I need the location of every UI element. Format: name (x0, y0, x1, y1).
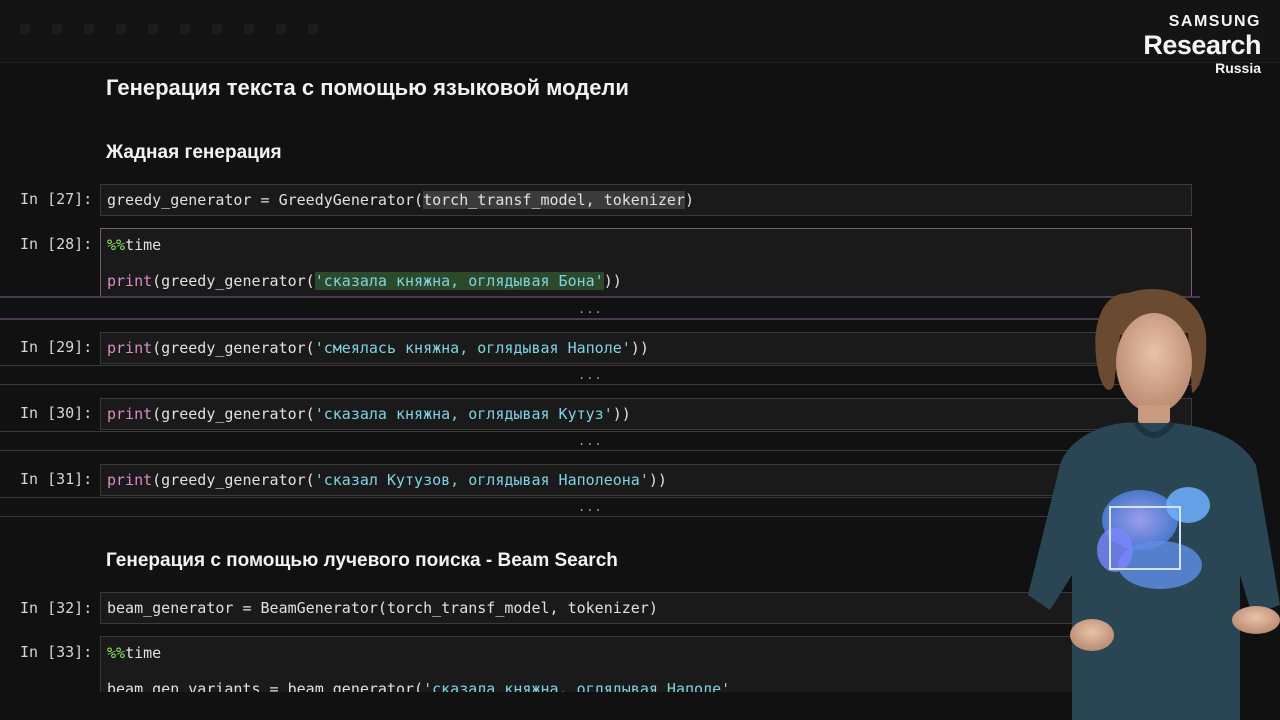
cell-prompt: In [30]: (20, 404, 93, 422)
code-line: print(greedy_generator('сказала княжна, … (107, 272, 622, 290)
presenter-video-overlay (1028, 289, 1280, 720)
move-up-icon[interactable] (180, 24, 190, 34)
samsung-research-logo: SAMSUNG Research Russia (1143, 13, 1261, 76)
run-icon[interactable] (244, 24, 254, 34)
notebook-toolbar (0, 0, 1280, 63)
cut-icon[interactable] (84, 24, 94, 34)
paste-icon[interactable] (148, 24, 158, 34)
code-cell-27[interactable]: greedy_generator = GreedyGenerator(torch… (100, 184, 1192, 216)
code-line: %%time (107, 236, 162, 254)
code-line: print(greedy_generator('сказала княжна, … (107, 405, 631, 423)
restart-icon[interactable] (308, 24, 318, 34)
cell-prompt: In [32]: (20, 599, 93, 617)
code-line: print(greedy_generator('сказал Кутузов, … (107, 471, 667, 489)
toolbar-icons (20, 24, 318, 34)
subsection-title-greedy: Жадная генерация (106, 142, 282, 163)
output-collapsed[interactable]: ... (578, 368, 603, 382)
code-line: print(greedy_generator('смеялась княжна,… (107, 339, 649, 357)
cell-prompt: In [29]: (20, 338, 93, 356)
cell-prompt: In [33]: (20, 643, 93, 661)
output-collapsed[interactable]: ... (578, 302, 603, 316)
output-collapsed[interactable]: ... (578, 500, 603, 514)
output-collapsed[interactable]: ... (578, 434, 603, 448)
subsection-title-beam: Генерация с помощью лучевого поиска - Be… (106, 550, 618, 571)
save-icon[interactable] (20, 24, 30, 34)
cell-prompt: In [28]: (20, 235, 93, 253)
code-line: %%time (107, 644, 162, 662)
section-title: Генерация текста с помощью языковой моде… (106, 75, 629, 100)
code-line: greedy_generator = GreedyGenerator(torch… (107, 191, 695, 209)
stop-icon[interactable] (276, 24, 286, 34)
add-cell-icon[interactable] (52, 24, 62, 34)
cell-prompt: In [31]: (20, 470, 93, 488)
copy-icon[interactable] (116, 24, 126, 34)
cell-prompt: In [27]: (20, 190, 93, 208)
move-down-icon[interactable] (212, 24, 222, 34)
code-line: beam_generator = BeamGenerator(torch_tra… (107, 599, 658, 617)
